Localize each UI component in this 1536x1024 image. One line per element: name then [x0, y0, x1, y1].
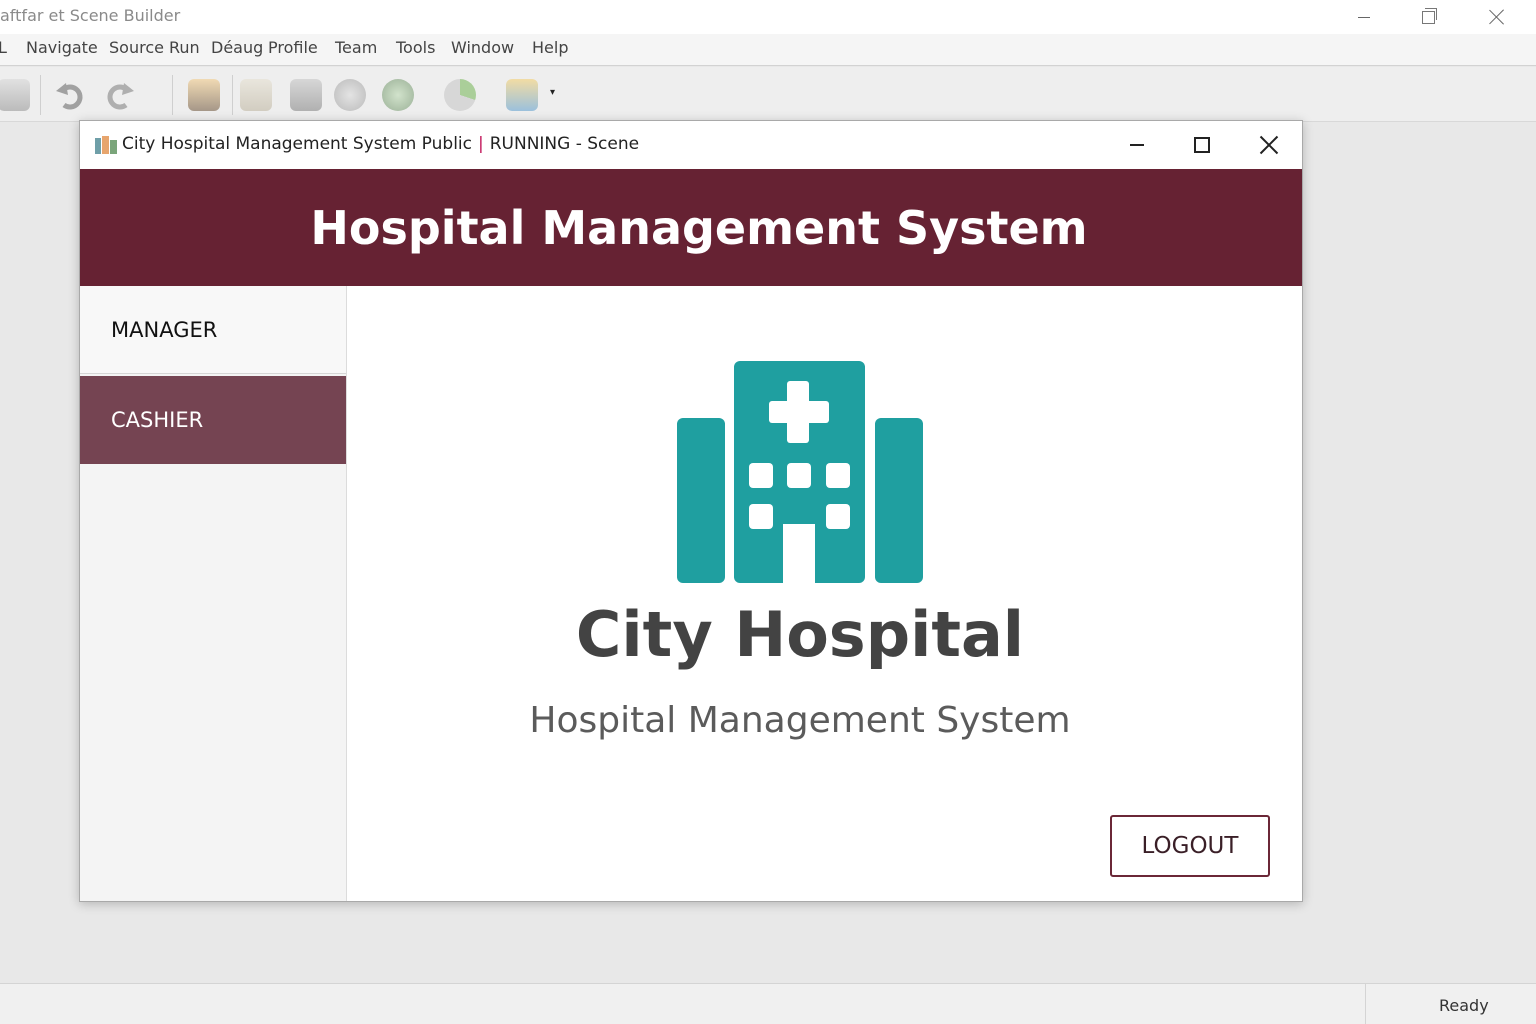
- menu-item-window[interactable]: Window: [449, 38, 516, 57]
- minimize-icon: [1358, 16, 1370, 18]
- ide-menu-bar: L Navigate Source Run Déaug Profile Team…: [0, 34, 1536, 66]
- main-content: City Hospital Hospital Management System…: [348, 286, 1302, 901]
- ide-title-bar: aftfar et Scene Builder: [0, 0, 1536, 34]
- ide-window-title: aftfar et Scene Builder: [0, 6, 181, 25]
- status-bar: Ready: [0, 983, 1536, 1024]
- run-settings-icon[interactable]: [382, 79, 414, 111]
- app-window: City Hospital Management System Public | R…: [79, 120, 1303, 902]
- toolbar-divider: [172, 75, 173, 115]
- app-icon[interactable]: [506, 79, 538, 111]
- restore-icon: [1421, 7, 1437, 24]
- app-close-button[interactable]: [1249, 130, 1289, 160]
- library-icon[interactable]: [290, 79, 322, 111]
- hospital-name: City Hospital: [575, 598, 1025, 671]
- hospital-subtitle: Hospital Management System: [529, 700, 1071, 741]
- close-icon: [1260, 136, 1278, 154]
- menu-item-help[interactable]: Help: [530, 38, 570, 57]
- menu-item-truncated[interactable]: L: [0, 38, 9, 57]
- dropdown-arrow-icon[interactable]: ▾: [550, 87, 555, 98]
- menu-item-debug[interactable]: Déaug: [209, 38, 265, 57]
- ide-minimize-button[interactable]: [1344, 4, 1384, 30]
- header-title: Hospital Management System: [310, 200, 1088, 255]
- sidebar: MANAGER CASHIER: [80, 286, 347, 901]
- app-maximize-button[interactable]: [1182, 130, 1222, 160]
- sidebar-item-label: MANAGER: [111, 317, 218, 342]
- maximize-icon: [1194, 137, 1210, 153]
- sidebar-item-cashier[interactable]: CASHIER: [80, 376, 346, 464]
- app-window-title: City Hospital Management System Public | R…: [122, 134, 640, 154]
- menu-item-navigate[interactable]: Navigate: [24, 38, 100, 57]
- status-divider: [1365, 984, 1366, 1024]
- toolbar-divider: [232, 75, 233, 115]
- menu-item-profile[interactable]: Profile: [266, 38, 320, 57]
- profiler-icon[interactable]: [444, 79, 476, 111]
- printer-icon[interactable]: [0, 79, 30, 111]
- ide-toolbar: ▾: [0, 67, 1536, 122]
- menu-item-tools[interactable]: Tools: [394, 38, 437, 57]
- hospital-building-icon: [677, 361, 923, 583]
- ide-close-button[interactable]: [1477, 4, 1517, 30]
- minimize-icon: [1130, 144, 1144, 146]
- menu-item-source[interactable]: Source: [107, 38, 166, 57]
- close-icon: [1489, 9, 1505, 25]
- clean-build-icon[interactable]: [188, 79, 220, 111]
- ide-restore-button[interactable]: [1408, 4, 1448, 30]
- app-title-bar: City Hospital Management System Public | R…: [80, 121, 1302, 169]
- redo-icon[interactable]: [104, 79, 136, 111]
- menu-item-run[interactable]: Run: [167, 38, 202, 57]
- status-text: Ready: [1439, 996, 1489, 1015]
- file-icon[interactable]: [240, 79, 272, 111]
- app-minimize-button[interactable]: [1117, 130, 1157, 160]
- sidebar-item-label: CASHIER: [111, 408, 204, 432]
- gear-icon[interactable]: [334, 79, 366, 111]
- toolbar-divider: [40, 75, 41, 115]
- undo-icon[interactable]: [54, 79, 86, 111]
- app-header-banner: Hospital Management System: [80, 169, 1302, 286]
- app-window-icon: [95, 136, 117, 154]
- logout-button[interactable]: LOGOUT: [1110, 815, 1270, 877]
- menu-item-team[interactable]: Team: [333, 38, 379, 57]
- sidebar-item-manager[interactable]: MANAGER: [80, 286, 346, 374]
